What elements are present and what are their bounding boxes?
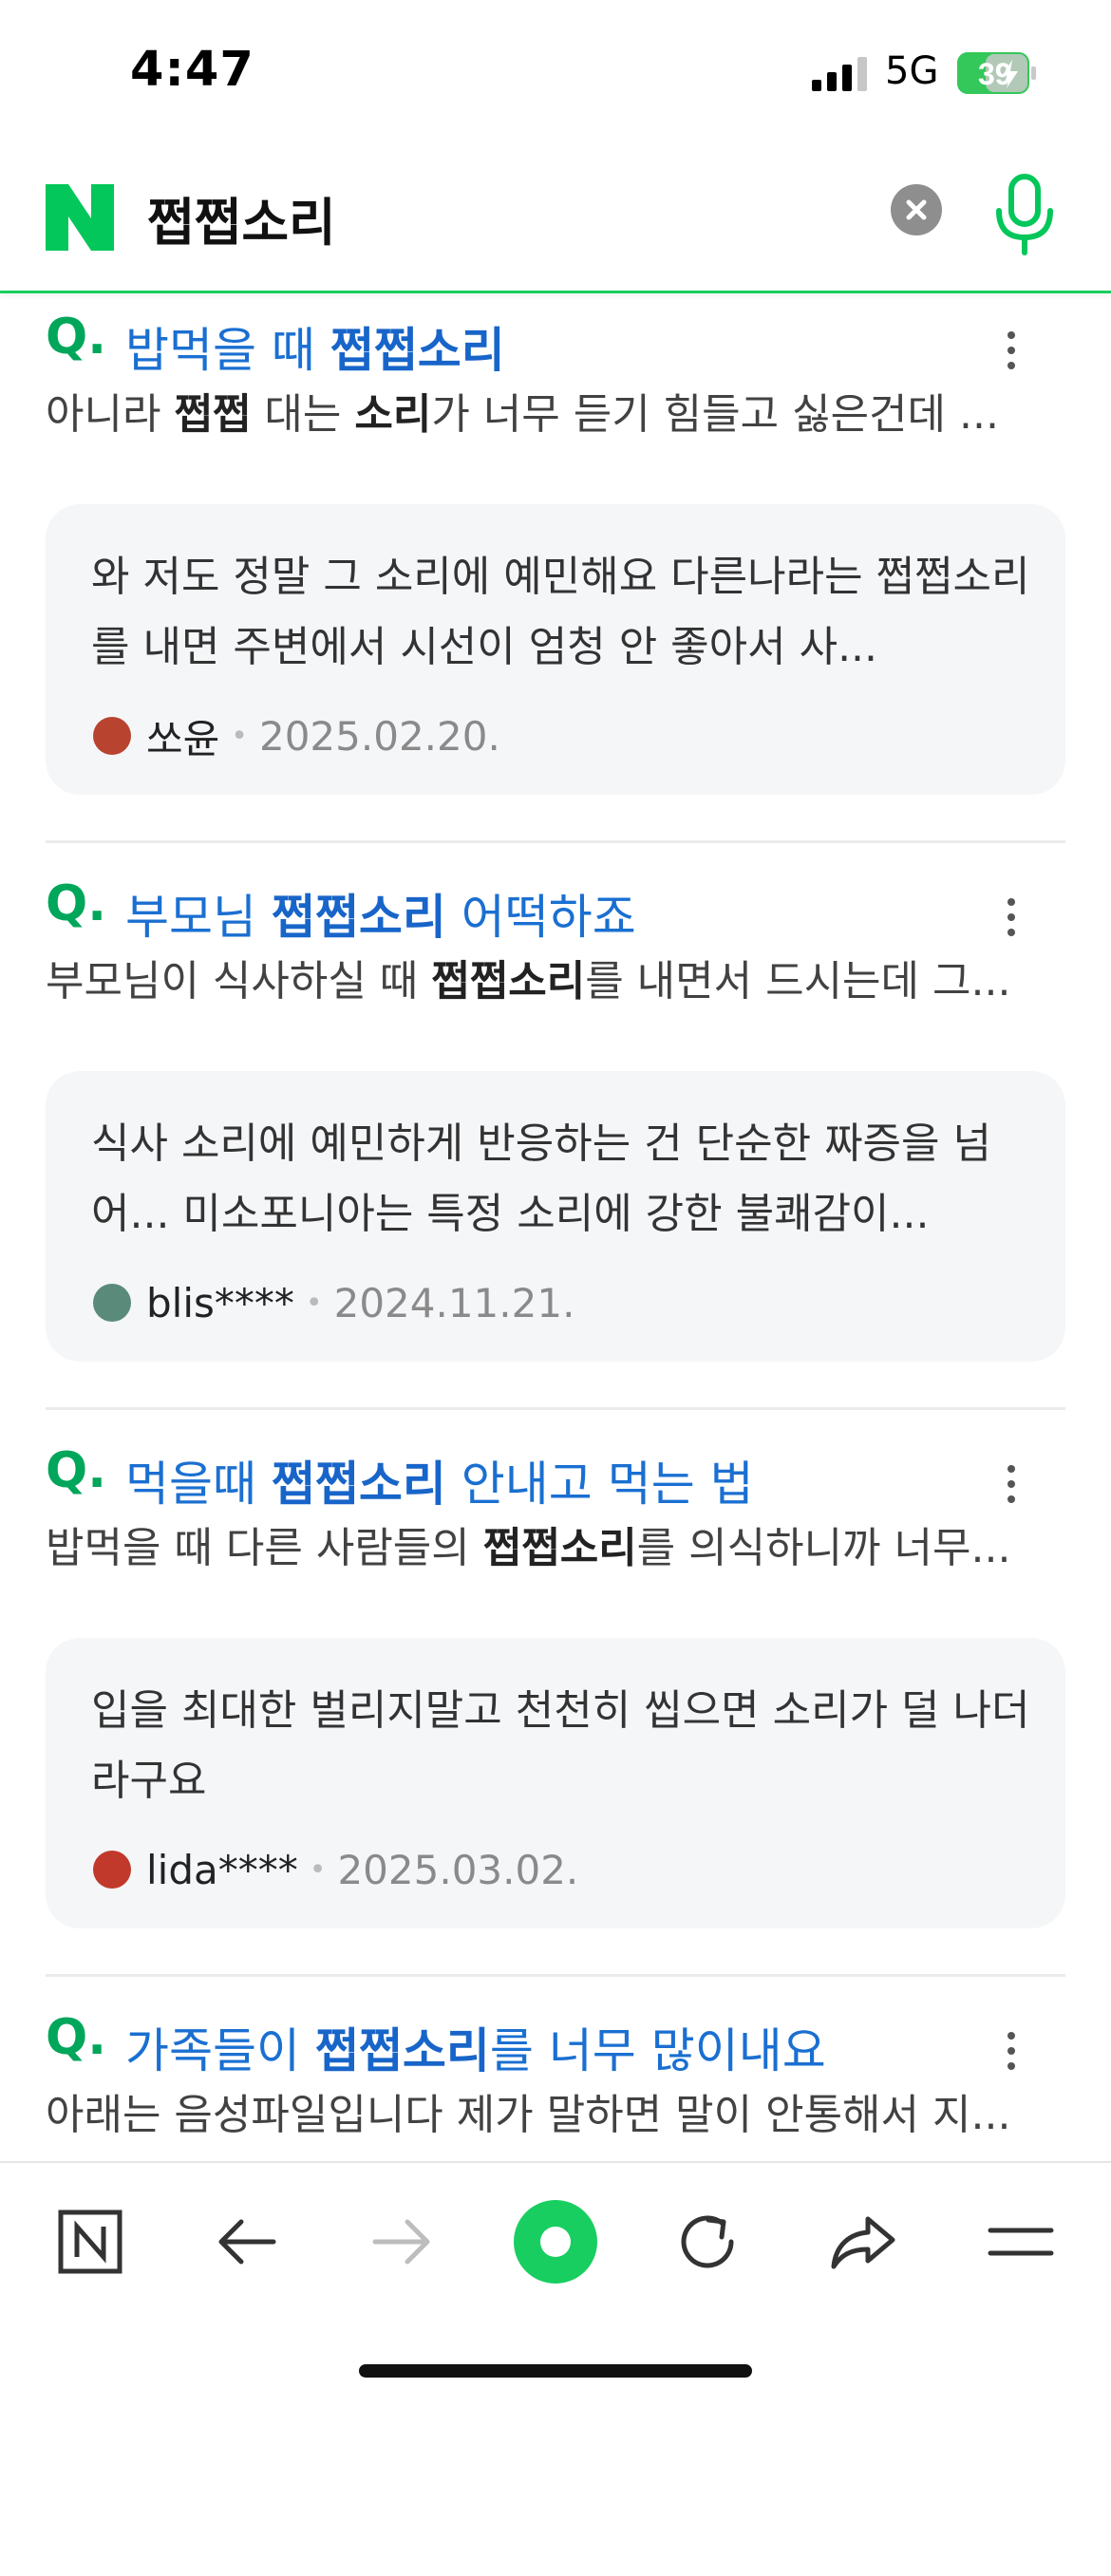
back-button[interactable] [204, 2199, 290, 2285]
answer-card[interactable]: 식사 소리에 예민하게 반응하는 건 단순한 짜증을 넘어... 미소포니아는 … [46, 1071, 1065, 1362]
q-badge: Q. [46, 875, 106, 932]
more-options-icon[interactable] [1005, 898, 1018, 946]
more-options-icon[interactable] [1005, 2032, 1018, 2079]
answer-date: 2024.11.21. [333, 1279, 575, 1326]
author-name: lida**** [146, 1846, 298, 1893]
hamburger-menu-icon [988, 2228, 1054, 2256]
answer-author: lida**** • 2025.03.02. [93, 1845, 578, 1894]
search-input[interactable]: 쩝쩝소리 [147, 180, 336, 255]
answer-card[interactable]: 와 저도 정말 그 소리에 예민해요 다른나라는 쩝쩝소리를 내면 주변에서 시… [46, 504, 1065, 795]
naver-n-icon [58, 2209, 122, 2274]
q-badge: Q. [46, 2009, 106, 2066]
answer-text: 입을 최대한 벌리지말고 천천히 씹으면 소리가 덜 나더라구요 [91, 1686, 1030, 1805]
divider [46, 1974, 1065, 1977]
question-row[interactable]: Q. 밥먹을 때 쩝쩝소리 [46, 309, 1071, 378]
question-snippet[interactable]: 부모님이 식사하실 때 쩝쩝소리를 내면서 드시는데 그... [46, 947, 1052, 1007]
green-dot-button[interactable] [513, 2199, 598, 2285]
qna-result: Q. 부모님 쩝쩝소리 어떡하죠 부모님이 식사하실 때 쩝쩝소리를 내면서 드… [0, 875, 1111, 1442]
divider [46, 1407, 1065, 1410]
question-snippet[interactable]: 아래는 음성파일입니다 제가 말하면 말이 안통해서 지... [46, 2080, 1052, 2141]
question-row[interactable]: Q. 부모님 쩝쩝소리 어떡하죠 [46, 875, 1071, 945]
question-snippet[interactable]: 밥먹을 때 다른 사람들의 쩝쩝소리를 의식하니까 너무... [46, 1514, 1052, 1574]
avatar [93, 1284, 131, 1322]
green-dot-icon [514, 2200, 597, 2284]
forward-button[interactable] [359, 2199, 444, 2285]
qna-result: Q. 먹을때 쩝쩝소리 안내고 먹는 법 밥먹을 때 다른 사람들의 쩝쩝소리를… [0, 1442, 1111, 2009]
answer-card[interactable]: 입을 최대한 벌리지말고 천천히 씹으면 소리가 덜 나더라구요 lida***… [46, 1638, 1065, 1928]
answer-author: 쏘윤 • 2025.02.20. [93, 711, 500, 762]
arrow-left-icon [218, 2219, 276, 2265]
question-row[interactable]: Q. 가족들이 쩝쩝소리를 너무 많이내요 [46, 2009, 1071, 2078]
share-button[interactable] [820, 2199, 906, 2285]
q-badge: Q. [46, 1442, 106, 1499]
status-time: 4:47 [130, 42, 254, 98]
refresh-icon [681, 2215, 734, 2268]
search-bar: 쩝쩝소리 [0, 152, 1111, 293]
answer-author: blis**** • 2024.11.21. [93, 1278, 574, 1327]
home-indicator [359, 2364, 752, 2378]
qna-result: Q. 밥먹을 때 쩝쩝소리 아니라 쩝쩝 대는 소리가 너무 듣기 힘들고 싫은… [0, 309, 1111, 875]
answer-date: 2025.02.20. [258, 712, 500, 760]
avatar [93, 717, 131, 755]
clear-search-button[interactable] [891, 184, 942, 235]
author-name: 쏘윤 [146, 715, 220, 762]
more-options-icon[interactable] [1005, 331, 1018, 379]
naver-home-button[interactable] [47, 2199, 133, 2285]
battery-icon: 39 [957, 52, 1037, 94]
more-options-icon[interactable] [1005, 1465, 1018, 1513]
answer-text: 와 저도 정말 그 소리에 예민해요 다른나라는 쩝쩝소리를 내면 주변에서 시… [91, 553, 1030, 671]
answer-date: 2025.03.02. [337, 1846, 579, 1893]
question-title[interactable]: 먹을때 쩝쩝소리 안내고 먹는 법 [125, 1446, 754, 1514]
answer-text: 식사 소리에 예민하게 반응하는 건 단순한 짜증을 넘어... 미소포니아는 … [91, 1119, 991, 1238]
question-title[interactable]: 부모님 쩝쩝소리 어떡하죠 [125, 879, 636, 948]
avatar [93, 1851, 131, 1889]
arrow-right-icon [372, 2219, 430, 2265]
menu-button[interactable] [978, 2199, 1064, 2285]
cellular-signal-icon [812, 57, 867, 91]
question-snippet[interactable]: 아니라 쩝쩝 대는 소리가 너무 듣기 힘들고 싫은건데 ... [46, 380, 1052, 441]
question-title[interactable]: 밥먹을 때 쩝쩝소리 [125, 312, 505, 381]
question-row[interactable]: Q. 먹을때 쩝쩝소리 안내고 먹는 법 [46, 1442, 1071, 1512]
network-label: 5G [885, 49, 939, 93]
share-icon [831, 2216, 895, 2269]
microphone-icon[interactable] [988, 173, 1062, 258]
refresh-button[interactable] [665, 2199, 750, 2285]
status-bar: 4:47 5G 39 [0, 0, 1111, 152]
q-badge: Q. [46, 309, 106, 366]
author-name: blis**** [146, 1279, 294, 1326]
naver-logo[interactable] [46, 184, 114, 251]
question-title[interactable]: 가족들이 쩝쩝소리를 너무 많이내요 [125, 2013, 826, 2081]
close-icon [906, 199, 927, 220]
divider [46, 840, 1065, 843]
